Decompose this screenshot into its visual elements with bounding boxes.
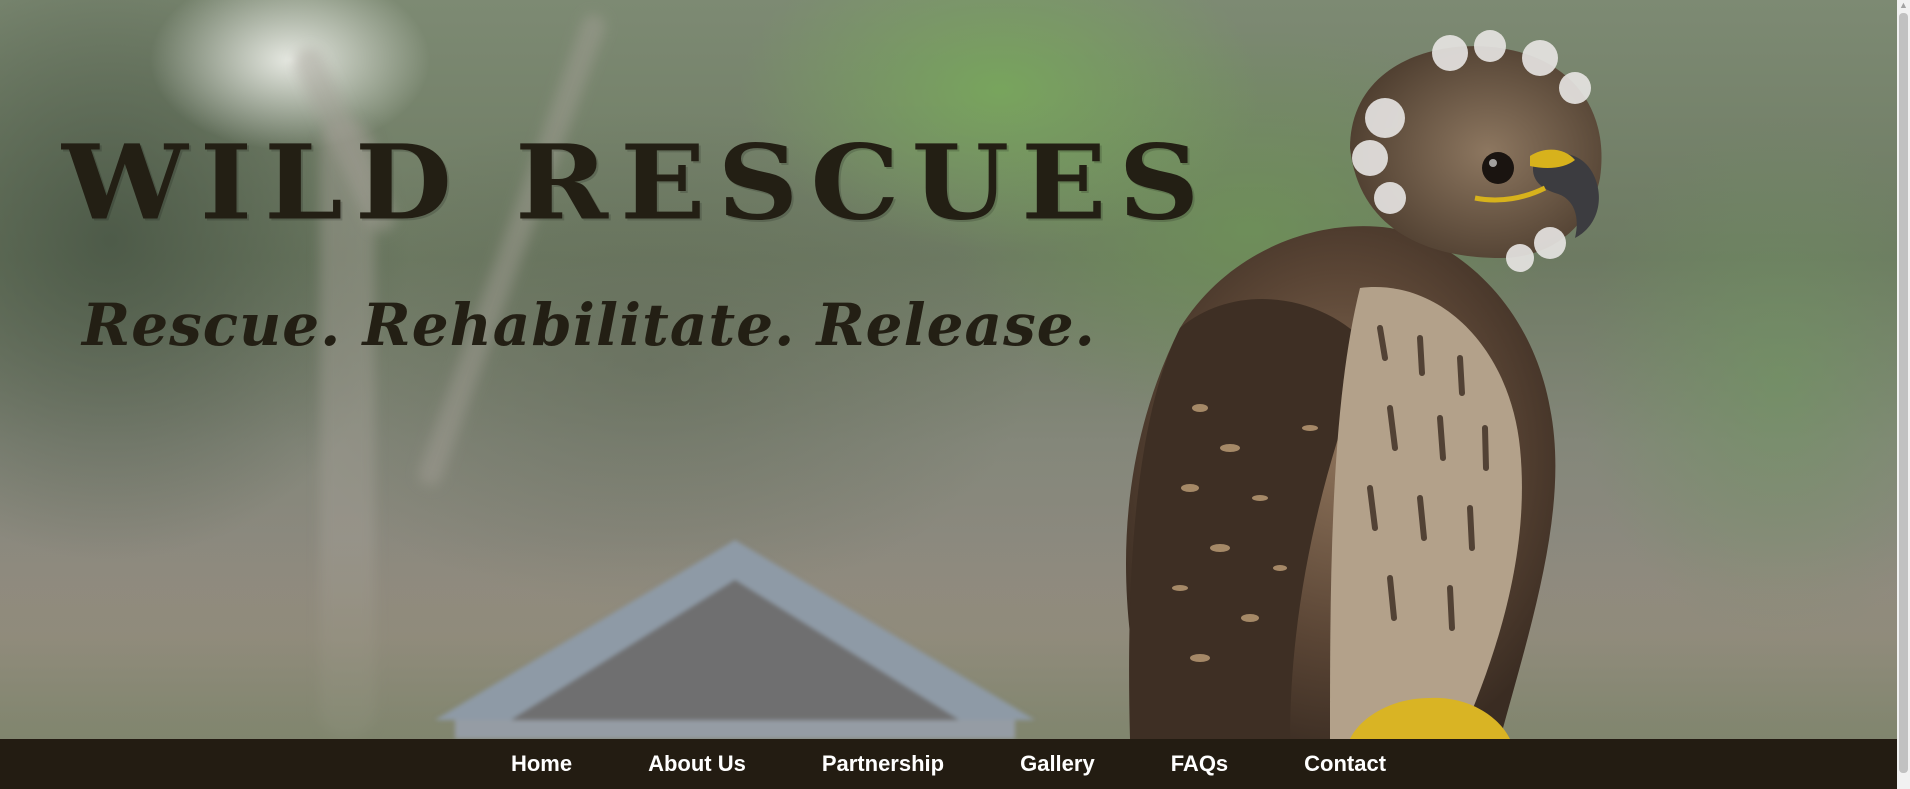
nav-link-contact[interactable]: Contact [1266,739,1424,789]
nav-item-home: Home [473,739,610,789]
vertical-scrollbar[interactable]: ▲ [1897,0,1910,789]
nav-item-faqs: FAQs [1133,739,1266,789]
nav-item-gallery: Gallery [982,739,1133,789]
scroll-up-arrow-icon[interactable]: ▲ [1899,0,1908,11]
nav-link-gallery[interactable]: Gallery [982,739,1133,789]
nav-link-home[interactable]: Home [473,739,610,789]
nav-link-about-us[interactable]: About Us [610,739,784,789]
hut-base [455,720,1015,739]
nav-item-partnership: Partnership [784,739,982,789]
nav-list: Home About Us Partnership Gallery FAQs C… [473,739,1424,789]
site-tagline: Rescue. Rehabilitate. Release. [82,291,1096,359]
nav-item-contact: Contact [1266,739,1424,789]
background-tree-trunk [415,10,609,490]
scrollbar-thumb[interactable] [1899,13,1908,773]
main-navigation: Home About Us Partnership Gallery FAQs C… [0,739,1897,789]
hawk-eye [1482,152,1514,184]
background-hut [435,540,1035,739]
hero-banner: WILD RESCUES Rescue. Rehabilitate. Relea… [0,0,1897,739]
nav-item-about-us: About Us [610,739,784,789]
nav-link-partnership[interactable]: Partnership [784,739,982,789]
site-title: WILD RESCUES [62,122,1212,244]
nav-link-faqs[interactable]: FAQs [1133,739,1266,789]
hut-gable [495,580,975,730]
